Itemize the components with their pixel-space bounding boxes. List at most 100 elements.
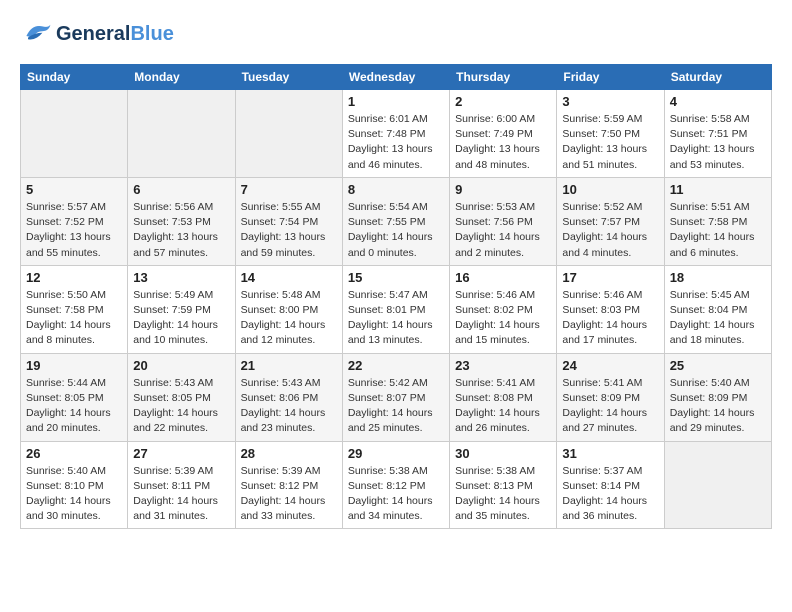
calendar-cell: 18 Sunrise: 5:45 AMSunset: 8:04 PMDayligh… [664, 265, 771, 353]
day-info: Sunrise: 6:01 AMSunset: 7:48 PMDaylight:… [348, 112, 444, 173]
day-number: 1 [348, 94, 444, 109]
calendar-cell [21, 90, 128, 178]
day-info: Sunrise: 5:47 AMSunset: 8:01 PMDaylight:… [348, 288, 444, 349]
day-info: Sunrise: 5:48 AMSunset: 8:00 PMDaylight:… [241, 288, 337, 349]
day-info: Sunrise: 5:40 AMSunset: 8:09 PMDaylight:… [670, 376, 766, 437]
calendar-cell: 25Sunrise: 5:40 AMSunset: 8:09 PMDayligh… [664, 353, 771, 441]
day-number: 9 [455, 182, 551, 197]
day-header: Tuesday [235, 65, 342, 90]
day-number: 12 [26, 270, 122, 285]
calendar-cell: 10 Sunrise: 5:52 AMSunset: 7:57 PMDayligh… [557, 177, 664, 265]
calendar-cell: 19 Sunrise: 5:44 AMSunset: 8:05 PMDayligh… [21, 353, 128, 441]
day-info: Sunrise: 5:56 AMSunset: 7:53 PMDaylight:… [133, 200, 229, 261]
day-header: Thursday [450, 65, 557, 90]
calendar-cell: 13 Sunrise: 5:49 AMSunset: 7:59 PMDayligh… [128, 265, 235, 353]
day-number: 3 [562, 94, 658, 109]
day-header: Monday [128, 65, 235, 90]
day-number: 20 [133, 358, 229, 373]
day-number: 22 [348, 358, 444, 373]
day-header: Friday [557, 65, 664, 90]
day-number: 24 [562, 358, 658, 373]
day-info: Sunrise: 5:54 AMSunset: 7:55 PMDaylight:… [348, 200, 444, 261]
day-info: Sunrise: 5:38 AMSunset: 8:12 PMDaylight:… [348, 464, 444, 525]
calendar-cell: 15 Sunrise: 5:47 AMSunset: 8:01 PMDayligh… [342, 265, 449, 353]
day-number: 27 [133, 446, 229, 461]
day-info: Sunrise: 5:46 AMSunset: 8:02 PMDaylight:… [455, 288, 551, 349]
calendar-cell: 7Sunrise: 5:55 AMSunset: 7:54 PMDaylight… [235, 177, 342, 265]
calendar-week-row: 12 Sunrise: 5:50 AMSunset: 7:58 PMDayligh… [21, 265, 772, 353]
day-info: Sunrise: 5:40 AMSunset: 8:10 PMDaylight:… [26, 464, 122, 525]
day-info: Sunrise: 6:00 AMSunset: 7:49 PMDaylight:… [455, 112, 551, 173]
day-number: 23 [455, 358, 551, 373]
day-number: 28 [241, 446, 337, 461]
day-info: Sunrise: 5:37 AMSunset: 8:14 PMDaylight:… [562, 464, 658, 525]
calendar-cell: 20 Sunrise: 5:43 AMSunset: 8:05 PMDayligh… [128, 353, 235, 441]
day-number: 31 [562, 446, 658, 461]
day-info: Sunrise: 5:58 AMSunset: 7:51 PMDaylight:… [670, 112, 766, 173]
calendar-cell: 1 Sunrise: 6:01 AMSunset: 7:48 PMDaylight… [342, 90, 449, 178]
day-number: 7 [241, 182, 337, 197]
calendar-header-row: SundayMondayTuesdayWednesdayThursdayFrid… [21, 65, 772, 90]
day-info: Sunrise: 5:53 AMSunset: 7:56 PMDaylight:… [455, 200, 551, 261]
day-info: Sunrise: 5:41 AMSunset: 8:08 PMDaylight:… [455, 376, 551, 437]
day-info: Sunrise: 5:39 AMSunset: 8:12 PMDaylight:… [241, 464, 337, 525]
day-number: 14 [241, 270, 337, 285]
day-number: 10 [562, 182, 658, 197]
day-number: 29 [348, 446, 444, 461]
day-number: 13 [133, 270, 229, 285]
day-info: Sunrise: 5:51 AMSunset: 7:58 PMDaylight:… [670, 200, 766, 261]
day-number: 6 [133, 182, 229, 197]
calendar-cell: 21 Sunrise: 5:43 AMSunset: 8:06 PMDayligh… [235, 353, 342, 441]
day-info: Sunrise: 5:43 AMSunset: 8:05 PMDaylight:… [133, 376, 229, 437]
calendar-cell: 17 Sunrise: 5:46 AMSunset: 8:03 PMDayligh… [557, 265, 664, 353]
logo-icon [20, 20, 52, 48]
calendar-cell [664, 441, 771, 529]
day-info: Sunrise: 5:43 AMSunset: 8:06 PMDaylight:… [241, 376, 337, 437]
calendar-cell: 29 Sunrise: 5:38 AMSunset: 8:12 PMDayligh… [342, 441, 449, 529]
day-number: 17 [562, 270, 658, 285]
day-info: Sunrise: 5:50 AMSunset: 7:58 PMDaylight:… [26, 288, 122, 349]
day-number: 8 [348, 182, 444, 197]
day-info: Sunrise: 5:46 AMSunset: 8:03 PMDaylight:… [562, 288, 658, 349]
calendar-table: SundayMondayTuesdayWednesdayThursdayFrid… [20, 64, 772, 529]
day-number: 4 [670, 94, 766, 109]
day-info: Sunrise: 5:41 AMSunset: 8:09 PMDaylight:… [562, 376, 658, 437]
calendar-cell: 30 Sunrise: 5:38 AMSunset: 8:13 PMDayligh… [450, 441, 557, 529]
calendar-cell: 14 Sunrise: 5:48 AMSunset: 8:00 PMDayligh… [235, 265, 342, 353]
calendar-cell: 9 Sunrise: 5:53 AMSunset: 7:56 PMDaylight… [450, 177, 557, 265]
calendar-cell: 6 Sunrise: 5:56 AMSunset: 7:53 PMDaylight… [128, 177, 235, 265]
calendar-cell: 23 Sunrise: 5:41 AMSunset: 8:08 PMDayligh… [450, 353, 557, 441]
calendar-week-row: 1 Sunrise: 6:01 AMSunset: 7:48 PMDaylight… [21, 90, 772, 178]
day-info: Sunrise: 5:52 AMSunset: 7:57 PMDaylight:… [562, 200, 658, 261]
calendar-cell: 31 Sunrise: 5:37 AMSunset: 8:14 PMDayligh… [557, 441, 664, 529]
calendar-cell: 27 Sunrise: 5:39 AMSunset: 8:11 PMDayligh… [128, 441, 235, 529]
calendar-cell: 3Sunrise: 5:59 AMSunset: 7:50 PMDaylight… [557, 90, 664, 178]
calendar-cell: 22 Sunrise: 5:42 AMSunset: 8:07 PMDayligh… [342, 353, 449, 441]
calendar-cell: 26Sunrise: 5:40 AMSunset: 8:10 PMDayligh… [21, 441, 128, 529]
day-number: 15 [348, 270, 444, 285]
day-info: Sunrise: 5:42 AMSunset: 8:07 PMDaylight:… [348, 376, 444, 437]
day-info: Sunrise: 5:57 AMSunset: 7:52 PMDaylight:… [26, 200, 122, 261]
day-number: 19 [26, 358, 122, 373]
day-number: 30 [455, 446, 551, 461]
calendar-cell: 28 Sunrise: 5:39 AMSunset: 8:12 PMDayligh… [235, 441, 342, 529]
logo-text: GeneralBlue [56, 23, 174, 45]
day-info: Sunrise: 5:45 AMSunset: 8:04 PMDaylight:… [670, 288, 766, 349]
day-number: 21 [241, 358, 337, 373]
calendar-cell: 4 Sunrise: 5:58 AMSunset: 7:51 PMDaylight… [664, 90, 771, 178]
calendar-cell [128, 90, 235, 178]
calendar-cell [235, 90, 342, 178]
day-info: Sunrise: 5:38 AMSunset: 8:13 PMDaylight:… [455, 464, 551, 525]
day-number: 11 [670, 182, 766, 197]
calendar-week-row: 19 Sunrise: 5:44 AMSunset: 8:05 PMDayligh… [21, 353, 772, 441]
day-info: Sunrise: 5:44 AMSunset: 8:05 PMDaylight:… [26, 376, 122, 437]
day-number: 16 [455, 270, 551, 285]
day-info: Sunrise: 5:39 AMSunset: 8:11 PMDaylight:… [133, 464, 229, 525]
calendar-cell: 12 Sunrise: 5:50 AMSunset: 7:58 PMDayligh… [21, 265, 128, 353]
calendar-cell: 5Sunrise: 5:57 AMSunset: 7:52 PMDaylight… [21, 177, 128, 265]
calendar-cell: 24 Sunrise: 5:41 AMSunset: 8:09 PMDayligh… [557, 353, 664, 441]
calendar-cell: 8 Sunrise: 5:54 AMSunset: 7:55 PMDaylight… [342, 177, 449, 265]
day-number: 18 [670, 270, 766, 285]
day-header: Wednesday [342, 65, 449, 90]
day-info: Sunrise: 5:49 AMSunset: 7:59 PMDaylight:… [133, 288, 229, 349]
